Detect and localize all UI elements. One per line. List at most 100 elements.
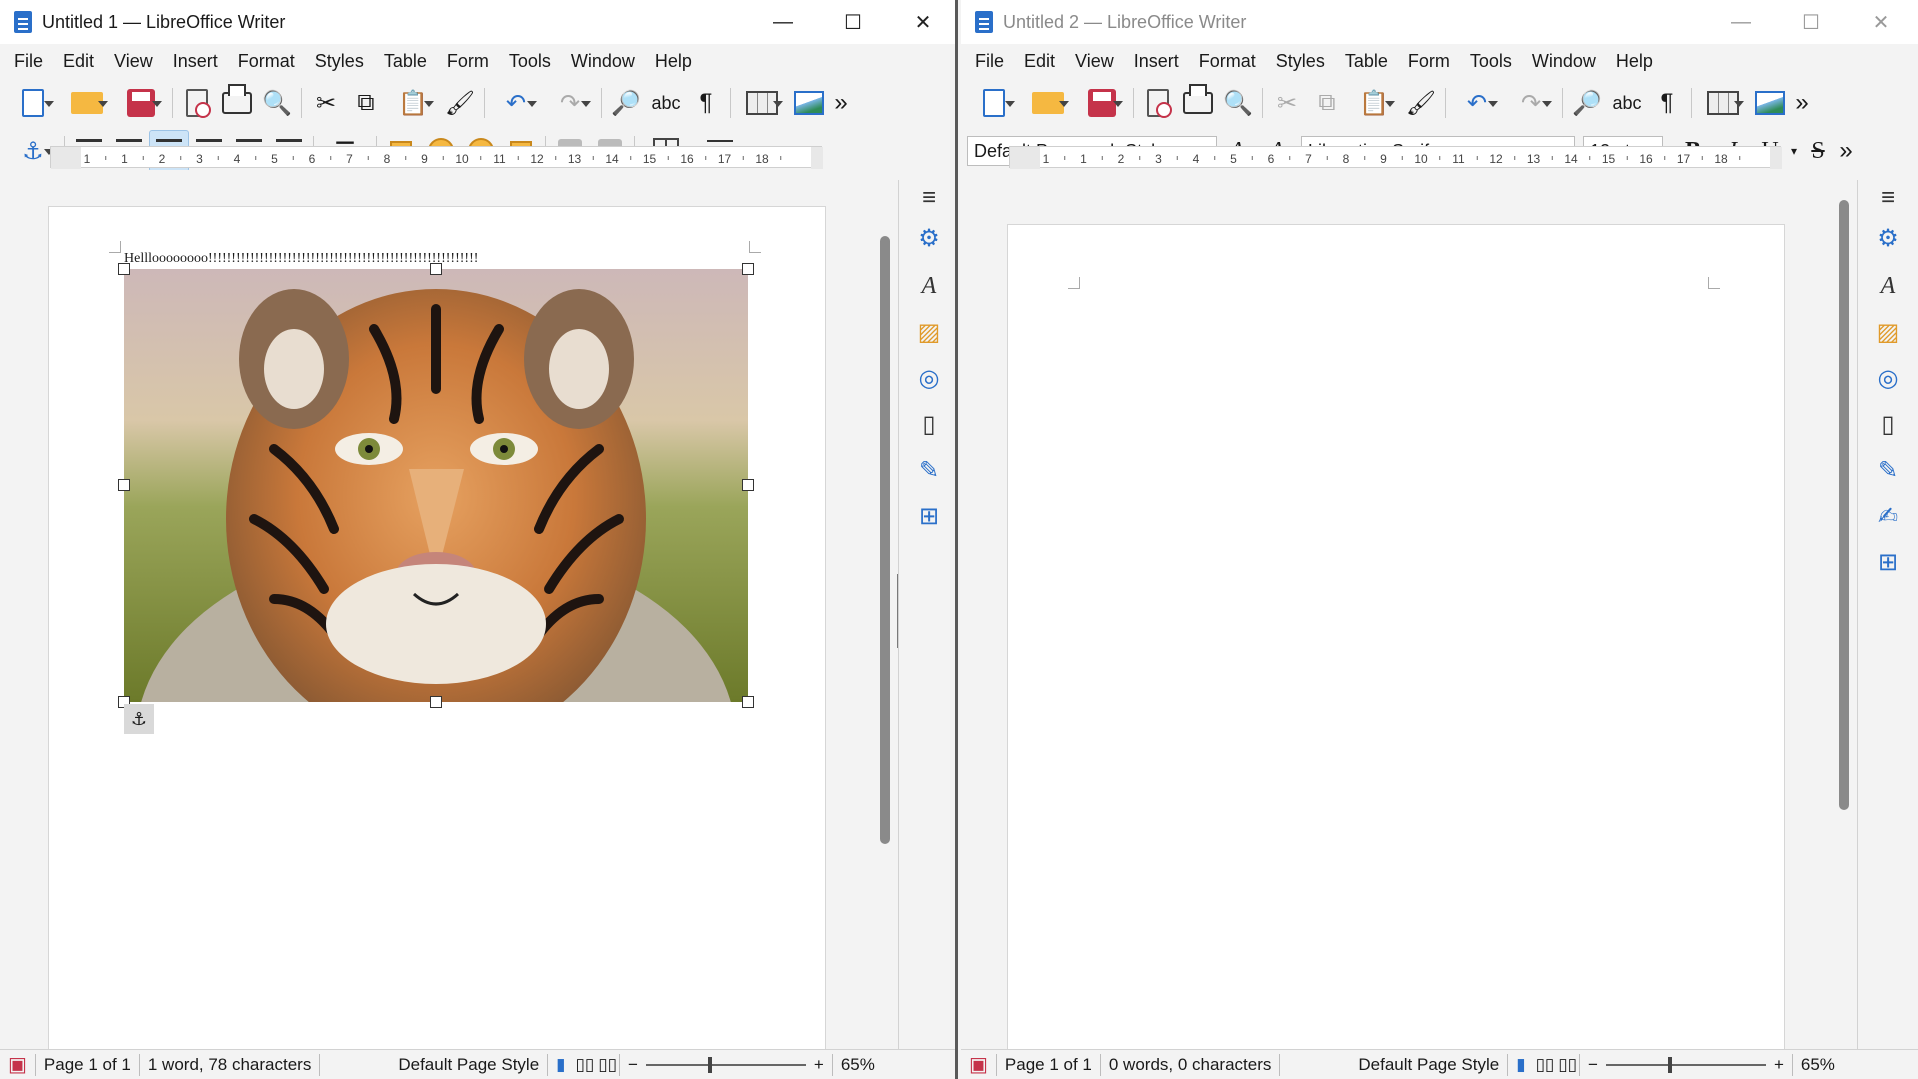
paste-button[interactable]: 📋	[386, 82, 440, 124]
menu-window[interactable]: Window	[561, 51, 645, 72]
print-preview-button[interactable]: 🔍	[257, 82, 297, 124]
menu-window[interactable]: Window	[1522, 51, 1606, 72]
open-button[interactable]	[60, 82, 114, 124]
menu-help[interactable]: Help	[1606, 51, 1663, 72]
spelling-button[interactable]: abc	[1607, 82, 1647, 124]
menu-edit[interactable]: Edit	[1014, 51, 1065, 72]
resize-handle-top-left[interactable]	[118, 263, 130, 275]
sidebar-menu-icon[interactable]: ≡	[913, 182, 945, 214]
toolbar-overflow-button[interactable]: »	[829, 82, 853, 124]
menu-tools[interactable]: Tools	[1460, 51, 1522, 72]
minimize-button[interactable]: —	[748, 0, 818, 44]
styles-icon[interactable]: A	[913, 270, 945, 302]
resize-handle-bottom-right[interactable]	[742, 696, 754, 708]
formatting-marks-button[interactable]: ¶	[1647, 82, 1687, 124]
single-page-view-icon[interactable]: ▮	[1508, 1055, 1533, 1075]
navigator-icon[interactable]: ◎	[913, 362, 945, 394]
properties-icon[interactable]: ⚙	[913, 222, 945, 254]
vertical-scrollbar[interactable]	[880, 236, 890, 844]
find-replace-button[interactable]: 🔎	[1567, 82, 1607, 124]
copy-button[interactable]: ⧉	[346, 82, 386, 124]
export-pdf-button[interactable]	[177, 82, 217, 124]
sidebar-menu-icon[interactable]: ≡	[1872, 182, 1904, 214]
undo-button[interactable]: ↶	[1450, 82, 1504, 124]
menu-edit[interactable]: Edit	[53, 51, 104, 72]
zoom-in-icon[interactable]: +	[1766, 1055, 1792, 1075]
manage-changes-icon[interactable]: ✍	[1872, 500, 1904, 532]
design-icon[interactable]: ⊞	[1872, 546, 1904, 578]
style-inspector-icon[interactable]: ✎	[1872, 454, 1904, 486]
insert-image-button[interactable]	[1750, 82, 1790, 124]
menu-file[interactable]: File	[4, 51, 53, 72]
formatting-toolbar-overflow-button[interactable]: »	[1835, 130, 1857, 172]
single-page-view-icon[interactable]: ▮	[548, 1055, 573, 1075]
document-modified-icon[interactable]: ▣	[961, 1052, 996, 1077]
find-replace-button[interactable]: 🔎	[606, 82, 646, 124]
zoom-level[interactable]: 65%	[1793, 1055, 1843, 1075]
menu-help[interactable]: Help	[645, 51, 702, 72]
zoom-in-icon[interactable]: +	[806, 1055, 832, 1075]
multi-page-view-icon[interactable]: ▯▯	[1534, 1055, 1557, 1075]
formatting-marks-button[interactable]: ¶	[686, 82, 726, 124]
title-bar[interactable]: Untitled 1 — LibreOffice Writer — ☐ ✕	[0, 0, 955, 44]
vertical-scrollbar[interactable]	[1839, 200, 1849, 810]
document-page[interactable]: Hellloooooooo!!!!!!!!!!!!!!!!!!!!!!!!!!!…	[48, 206, 826, 1079]
anchor-marker-icon[interactable]: ⚓	[124, 704, 154, 734]
spelling-button[interactable]: abc	[646, 82, 686, 124]
export-pdf-button[interactable]	[1138, 82, 1178, 124]
save-button[interactable]	[114, 82, 168, 124]
book-view-icon[interactable]: ▯▯	[1556, 1055, 1579, 1075]
gallery-icon[interactable]: ▨	[1872, 316, 1904, 348]
manage-changes-icon[interactable]: ⊞	[913, 500, 945, 532]
cut-button[interactable]: ✂	[1267, 82, 1307, 124]
open-button[interactable]	[1021, 82, 1075, 124]
strikethrough-button[interactable]: S	[1801, 130, 1835, 172]
menu-format[interactable]: Format	[1189, 51, 1266, 72]
new-document-button[interactable]	[967, 82, 1021, 124]
word-count[interactable]: 1 word, 78 characters	[140, 1055, 319, 1075]
menu-styles[interactable]: Styles	[305, 51, 374, 72]
page-icon[interactable]: ▯	[913, 408, 945, 440]
insert-table-button[interactable]	[735, 82, 789, 124]
zoom-slider[interactable]	[1605, 1056, 1766, 1073]
insert-image-button[interactable]	[789, 82, 829, 124]
document-page[interactable]	[1007, 224, 1785, 1079]
menu-view[interactable]: View	[104, 51, 163, 72]
menu-form[interactable]: Form	[1398, 51, 1460, 72]
maximize-button[interactable]: ☐	[818, 0, 888, 44]
resize-handle-left[interactable]	[118, 479, 130, 491]
clone-formatting-button[interactable]: 🖌	[440, 82, 480, 124]
horizontal-ruler[interactable]: 1 1 2 3 4 5 6 7 8 9 10 11 12 13 14 15 16 17 18	[1009, 146, 1782, 169]
document-modified-icon[interactable]: ▣	[0, 1052, 35, 1077]
maximize-button[interactable]: ☐	[1776, 0, 1846, 44]
styles-icon[interactable]: A	[1872, 270, 1904, 302]
page-count[interactable]: Page 1 of 1	[997, 1055, 1100, 1075]
cut-button[interactable]: ✂	[306, 82, 346, 124]
menu-insert[interactable]: Insert	[163, 51, 228, 72]
menu-view[interactable]: View	[1065, 51, 1124, 72]
undo-button[interactable]: ↶	[489, 82, 543, 124]
word-count[interactable]: 0 words, 0 characters	[1101, 1055, 1280, 1075]
menu-format[interactable]: Format	[228, 51, 305, 72]
minimize-button[interactable]: —	[1706, 0, 1776, 44]
underline-dropdown[interactable]: ▾	[1787, 130, 1801, 172]
page-icon[interactable]: ▯	[1872, 408, 1904, 440]
menu-table[interactable]: Table	[1335, 51, 1398, 72]
properties-icon[interactable]: ⚙	[1872, 222, 1904, 254]
redo-button[interactable]: ↷	[1504, 82, 1558, 124]
resize-handle-bottom[interactable]	[430, 696, 442, 708]
toolbar-overflow-button[interactable]: »	[1790, 82, 1814, 124]
page-style[interactable]: Default Page Style	[1350, 1055, 1507, 1075]
navigator-icon[interactable]: ◎	[1872, 362, 1904, 394]
horizontal-ruler[interactable]: 1 1 2 3 4 5 6 7 8 9 10 11 12 13 14 15 16 17 18	[50, 146, 823, 169]
save-button[interactable]	[1075, 82, 1129, 124]
menu-file[interactable]: File	[965, 51, 1014, 72]
page-count[interactable]: Page 1 of 1	[36, 1055, 139, 1075]
close-button[interactable]: ✕	[888, 0, 955, 44]
menu-table[interactable]: Table	[374, 51, 437, 72]
style-inspector-icon[interactable]: ✎	[913, 454, 945, 486]
print-button[interactable]	[217, 82, 257, 124]
copy-button[interactable]: ⧉	[1307, 82, 1347, 124]
menu-tools[interactable]: Tools	[499, 51, 561, 72]
paste-button[interactable]: 📋	[1347, 82, 1401, 124]
